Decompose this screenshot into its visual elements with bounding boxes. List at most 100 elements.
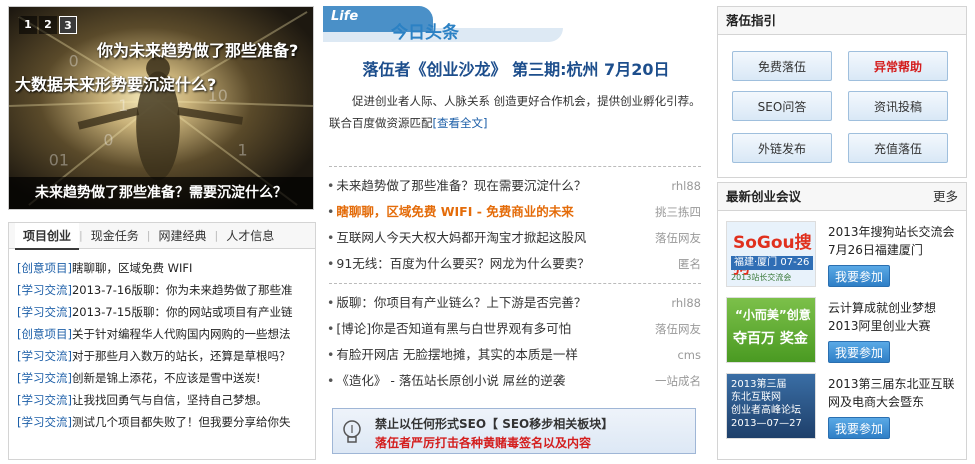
category-tag[interactable]: [学习交流] <box>17 349 72 363</box>
svg-text:1: 1 <box>118 96 128 115</box>
item-title[interactable]: 对于那些月入数万的站长，还算是草根吗？ <box>72 349 291 363</box>
news-title[interactable]: 有脸开网店 无脸摆地摊，其实的本质是一样 <box>336 347 577 362</box>
conference-title-link[interactable]: 2013年搜狗站长交流会7月26日福建厦门 <box>828 223 962 259</box>
news-item[interactable]: • 瞎聊聊，区域免费 WIFI - 免费商业的未来 挑三拣四 <box>323 199 709 225</box>
news-item[interactable]: • 有脸开网店 无脸摆地摊，其实的本质是一样 cms <box>323 342 709 368</box>
list-item[interactable]: [学习交流]创新是锦上添花，不应该是雪中送炭! <box>17 367 310 389</box>
list-item[interactable]: [学习交流]2013-7-15版聊：你的网站或项目有产业链 <box>17 301 310 323</box>
list-item[interactable]: [学习交流]让我找回勇气与自信，坚持自己梦想。 <box>17 389 310 411</box>
news-author[interactable]: rhl88 <box>671 290 701 316</box>
more-link[interactable]: 更多 <box>933 183 958 211</box>
lightbulb-icon <box>343 420 361 443</box>
banner-text: 2013站长交流会 <box>731 273 792 282</box>
banner-text: 夺百万 奖金 <box>733 331 808 347</box>
news-author[interactable]: 匿名 <box>678 251 701 277</box>
join-button[interactable]: 我要参加 <box>828 265 890 287</box>
category-tag[interactable]: [学习交流] <box>17 305 72 319</box>
news-item[interactable]: • 版聊：你项目有产业链么？上下游是否完善？ rhl88 <box>323 290 709 316</box>
news-author[interactable]: cms <box>677 342 701 368</box>
category-tag[interactable]: [学习交流] <box>17 371 72 385</box>
read-more-link[interactable]: [查看全文] <box>433 116 488 130</box>
middle-column: Life 今日头条 落伍者《创业沙龙》 第三期:杭州 7月20日 促进创业者人际… <box>323 0 709 454</box>
list-item[interactable]: [学习交流]2013-7-16版聊：你为未来趋势做了那些准 <box>17 279 310 301</box>
news-item[interactable]: • [博论]你是否知道有黑与白世界观有多可怕 落伍网友 <box>323 316 709 342</box>
news-title[interactable]: 未来趋势做了那些准备？现在需要沉淀什么？ <box>336 178 586 193</box>
conference-title: 最新创业会议 <box>726 189 802 204</box>
news-item[interactable]: • 《造化》 - 落伍站长原创小说 屌丝的逆袭 一站成名 <box>323 368 709 394</box>
backlink-publish-button[interactable]: 外链发布 <box>732 133 832 163</box>
conference-banner-image[interactable]: “小而美”创意 夺百万 奖金 <box>726 297 816 363</box>
free-join-button[interactable]: 免费落伍 <box>732 51 832 81</box>
news-author[interactable]: 挑三拣四 <box>655 199 701 225</box>
news-title[interactable]: 《造化》 - 落伍站长原创小说 屌丝的逆袭 <box>336 373 565 388</box>
list-item[interactable]: [学习交流]测试几个项目都失败了！但我要分享给你失 <box>17 411 310 433</box>
news-author[interactable]: rhl88 <box>671 173 701 199</box>
category-tag[interactable]: [学习交流] <box>17 415 72 429</box>
news-author[interactable]: 一站成名 <box>655 368 701 394</box>
news-item[interactable]: • 互联网人今天大权大妈都开淘宝才掀起这股风 落伍网友 <box>323 225 709 251</box>
guide-button-grid: 免费落伍 异常帮助 SEO问答 资讯投稿 外链发布 充值落伍 <box>718 35 966 175</box>
news-title[interactable]: 瞎聊聊，区域免费 WIFI - 免费商业的未来 <box>336 204 573 219</box>
slide-tab-2[interactable]: 2 <box>39 16 57 34</box>
section-title: 今日头条 <box>391 23 459 43</box>
bullet: • <box>327 373 335 388</box>
news-list-1: • 未来趋势做了那些准备？现在需要沉淀什么？ rhl88 • 瞎聊聊，区域免费 WIF… <box>323 173 709 277</box>
news-title[interactable]: 91无线：百度为什么要买？网龙为什么要卖？ <box>336 256 589 271</box>
svg-text:0: 0 <box>103 131 113 150</box>
conference-banner-image[interactable]: SoGou搜狗 福建·厦门 07-26 2013站长交流会 <box>726 221 816 287</box>
featured-slider[interactable]: 0 1 10 01 1 0 1 2 3 你为未来趋势做了那些准备? 大数据未来形势要沉淀… <box>8 6 314 210</box>
conference-title-link[interactable]: 2013第三届东北亚互联网及电商大会暨东 <box>828 375 962 411</box>
news-title[interactable]: 互联网人今天大权大妈都开淘宝才掀起这股风 <box>336 230 586 245</box>
news-submit-button[interactable]: 资讯投稿 <box>848 91 948 121</box>
tab-cash-task[interactable]: 现金任务 <box>83 223 147 249</box>
slide-tab-3[interactable]: 3 <box>59 16 77 34</box>
item-title[interactable]: 2013-7-15版聊：你的网站或项目有产业链 <box>72 305 293 319</box>
list-item[interactable]: [创意项目]关于针对编程华人代购国内网购的一些想法 <box>17 323 310 345</box>
exception-help-button[interactable]: 异常帮助 <box>848 51 948 81</box>
news-item[interactable]: • 91无线：百度为什么要买？网龙为什么要卖？ 匿名 <box>323 251 709 277</box>
seo-qa-button[interactable]: SEO问答 <box>732 91 832 121</box>
item-title[interactable]: 2013-7-16版聊：你为未来趋势做了那些准 <box>72 283 293 297</box>
item-title[interactable]: 测试几个项目都失败了！但我要分享给你失 <box>72 415 291 429</box>
item-title[interactable]: 让我找回勇气与自信，坚持自己梦想。 <box>72 393 268 407</box>
tab-talent-info[interactable]: 人才信息 <box>218 223 282 249</box>
category-tag[interactable]: [学习交流] <box>17 283 72 297</box>
guide-heading: 落伍指引 <box>718 7 966 35</box>
item-title[interactable]: 瞎聊聊，区域免费 WIFI <box>72 261 192 275</box>
category-tag[interactable]: [创意项目] <box>17 261 72 275</box>
news-item[interactable]: • 未来趋势做了那些准备？现在需要沉淀什么？ rhl88 <box>323 173 709 199</box>
list-item[interactable]: [创意项目]瞎聊聊，区域免费 WIFI <box>17 257 310 279</box>
bullet: • <box>327 178 335 193</box>
news-author[interactable]: 落伍网友 <box>655 316 701 342</box>
conference-banner-image[interactable]: 2013第三届 东北互联网 创业者高峰论坛 2013—07—27 <box>726 373 816 439</box>
slide-overlay-line-2: 大数据未来形势要沉淀什么? <box>15 75 217 94</box>
slide-tab-1[interactable]: 1 <box>19 16 37 34</box>
join-button[interactable]: 我要参加 <box>828 417 890 439</box>
conference-title-link[interactable]: 云计算成就创业梦想2013阿里创业大赛 <box>828 299 962 335</box>
category-tag[interactable]: [创意项目] <box>17 327 72 341</box>
item-title[interactable]: 关于针对编程华人代购国内网购的一些想法 <box>72 327 291 341</box>
slide-overlay-line-1: 你为未来趋势做了那些准备? <box>97 41 299 60</box>
bullet: • <box>327 204 335 219</box>
news-author[interactable]: 落伍网友 <box>655 225 701 251</box>
svg-text:1: 1 <box>237 141 247 160</box>
right-column: 落伍指引 免费落伍 异常帮助 SEO问答 资讯投稿 外链发布 充值落伍 最新创业… <box>717 6 967 460</box>
category-tag[interactable]: [学习交流] <box>17 393 72 407</box>
tab-web-classic[interactable]: 网建经典 <box>150 223 214 249</box>
item-title[interactable]: 创新是锦上添花，不应该是雪中送炭! <box>72 371 261 385</box>
join-button[interactable]: 我要参加 <box>828 341 890 363</box>
divider <box>329 283 701 284</box>
slide-caption-link[interactable]: 未来趋势做了那些准备？需要沉淀什么？ <box>9 177 313 209</box>
notice-line-1: 禁止以任何形式SEO【 SEO移步相关板块】 <box>375 417 614 431</box>
tab-project-startup[interactable]: 项目创业 <box>15 223 80 250</box>
notice-line-2: 落伍者严厉打击各种黄赌毒签名以及内容 <box>375 436 592 450</box>
project-tabs: 项目创业 | 现金任务 | 网建经典 | 人才信息 <box>9 223 315 250</box>
news-title[interactable]: 版聊：你项目有产业链么？上下游是否完善？ <box>336 295 586 310</box>
recharge-button[interactable]: 充值落伍 <box>848 133 948 163</box>
life-badge-label: Life <box>331 9 359 24</box>
headline-link[interactable]: 落伍者《创业沙龙》 第三期:杭州 7月20日 <box>323 56 709 84</box>
news-title[interactable]: [博论]你是否知道有黑与白世界观有多可怕 <box>336 321 571 336</box>
list-item[interactable]: [学习交流]对于那些月入数万的站长，还算是草根吗？ <box>17 345 310 367</box>
summary-text: 促进创业者人际、人脉关系 创造更好合作机会，提供创业孵化引荐。联合百度做资源匹配 <box>329 94 701 130</box>
conference-heading: 最新创业会议 更多 <box>718 183 966 211</box>
